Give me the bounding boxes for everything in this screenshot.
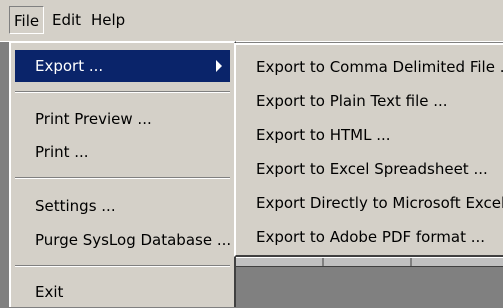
menu-item-label: Settings ... <box>35 197 116 215</box>
submenu-item-export-text[interactable]: Export to Plain Text file ... <box>242 85 503 117</box>
menu-item-label: Purge SysLog Database ... <box>35 231 232 249</box>
menu-item-exit[interactable]: Exit <box>15 276 230 308</box>
menu-item-label: Print Preview ... <box>35 110 152 128</box>
menu-help[interactable]: Help <box>87 6 129 34</box>
file-menu: Export ... Print Preview ... Print ... S… <box>9 41 236 307</box>
menu-bar: File Edit Help <box>0 0 503 42</box>
menu-separator <box>15 91 230 93</box>
submenu-item-export-html[interactable]: Export to HTML ... <box>242 119 503 151</box>
submenu-item-export-csv[interactable]: Export to Comma Delimited File ... <box>242 51 503 83</box>
menu-item-print[interactable]: Print ... <box>15 136 230 168</box>
menu-item-label: Print ... <box>35 143 89 161</box>
export-submenu: Export to Comma Delimited File ... Expor… <box>234 43 503 257</box>
submenu-arrow-icon <box>216 60 222 72</box>
menu-separator <box>15 177 230 179</box>
background-divider <box>322 258 324 266</box>
menu-item-label: Exit <box>35 283 64 301</box>
menu-item-purge-syslog[interactable]: Purge SysLog Database ... <box>15 224 232 256</box>
menu-item-print-preview[interactable]: Print Preview ... <box>15 103 230 135</box>
menu-separator <box>15 265 230 267</box>
submenu-item-export-microsoft-excel[interactable]: Export Directly to Microsoft Excel ... <box>242 187 503 219</box>
menu-item-label: Export ... <box>35 57 104 75</box>
background-header-strip <box>236 257 503 267</box>
menu-item-export[interactable]: Export ... <box>15 50 230 82</box>
background-divider <box>410 258 412 266</box>
submenu-item-export-excel-spreadsheet[interactable]: Export to Excel Spreadsheet ... <box>242 153 503 185</box>
menu-edit[interactable]: Edit <box>48 6 85 34</box>
menu-file[interactable]: File <box>9 6 45 34</box>
menu-item-settings[interactable]: Settings ... <box>15 190 230 222</box>
submenu-item-export-pdf[interactable]: Export to Adobe PDF format ... <box>242 221 503 253</box>
